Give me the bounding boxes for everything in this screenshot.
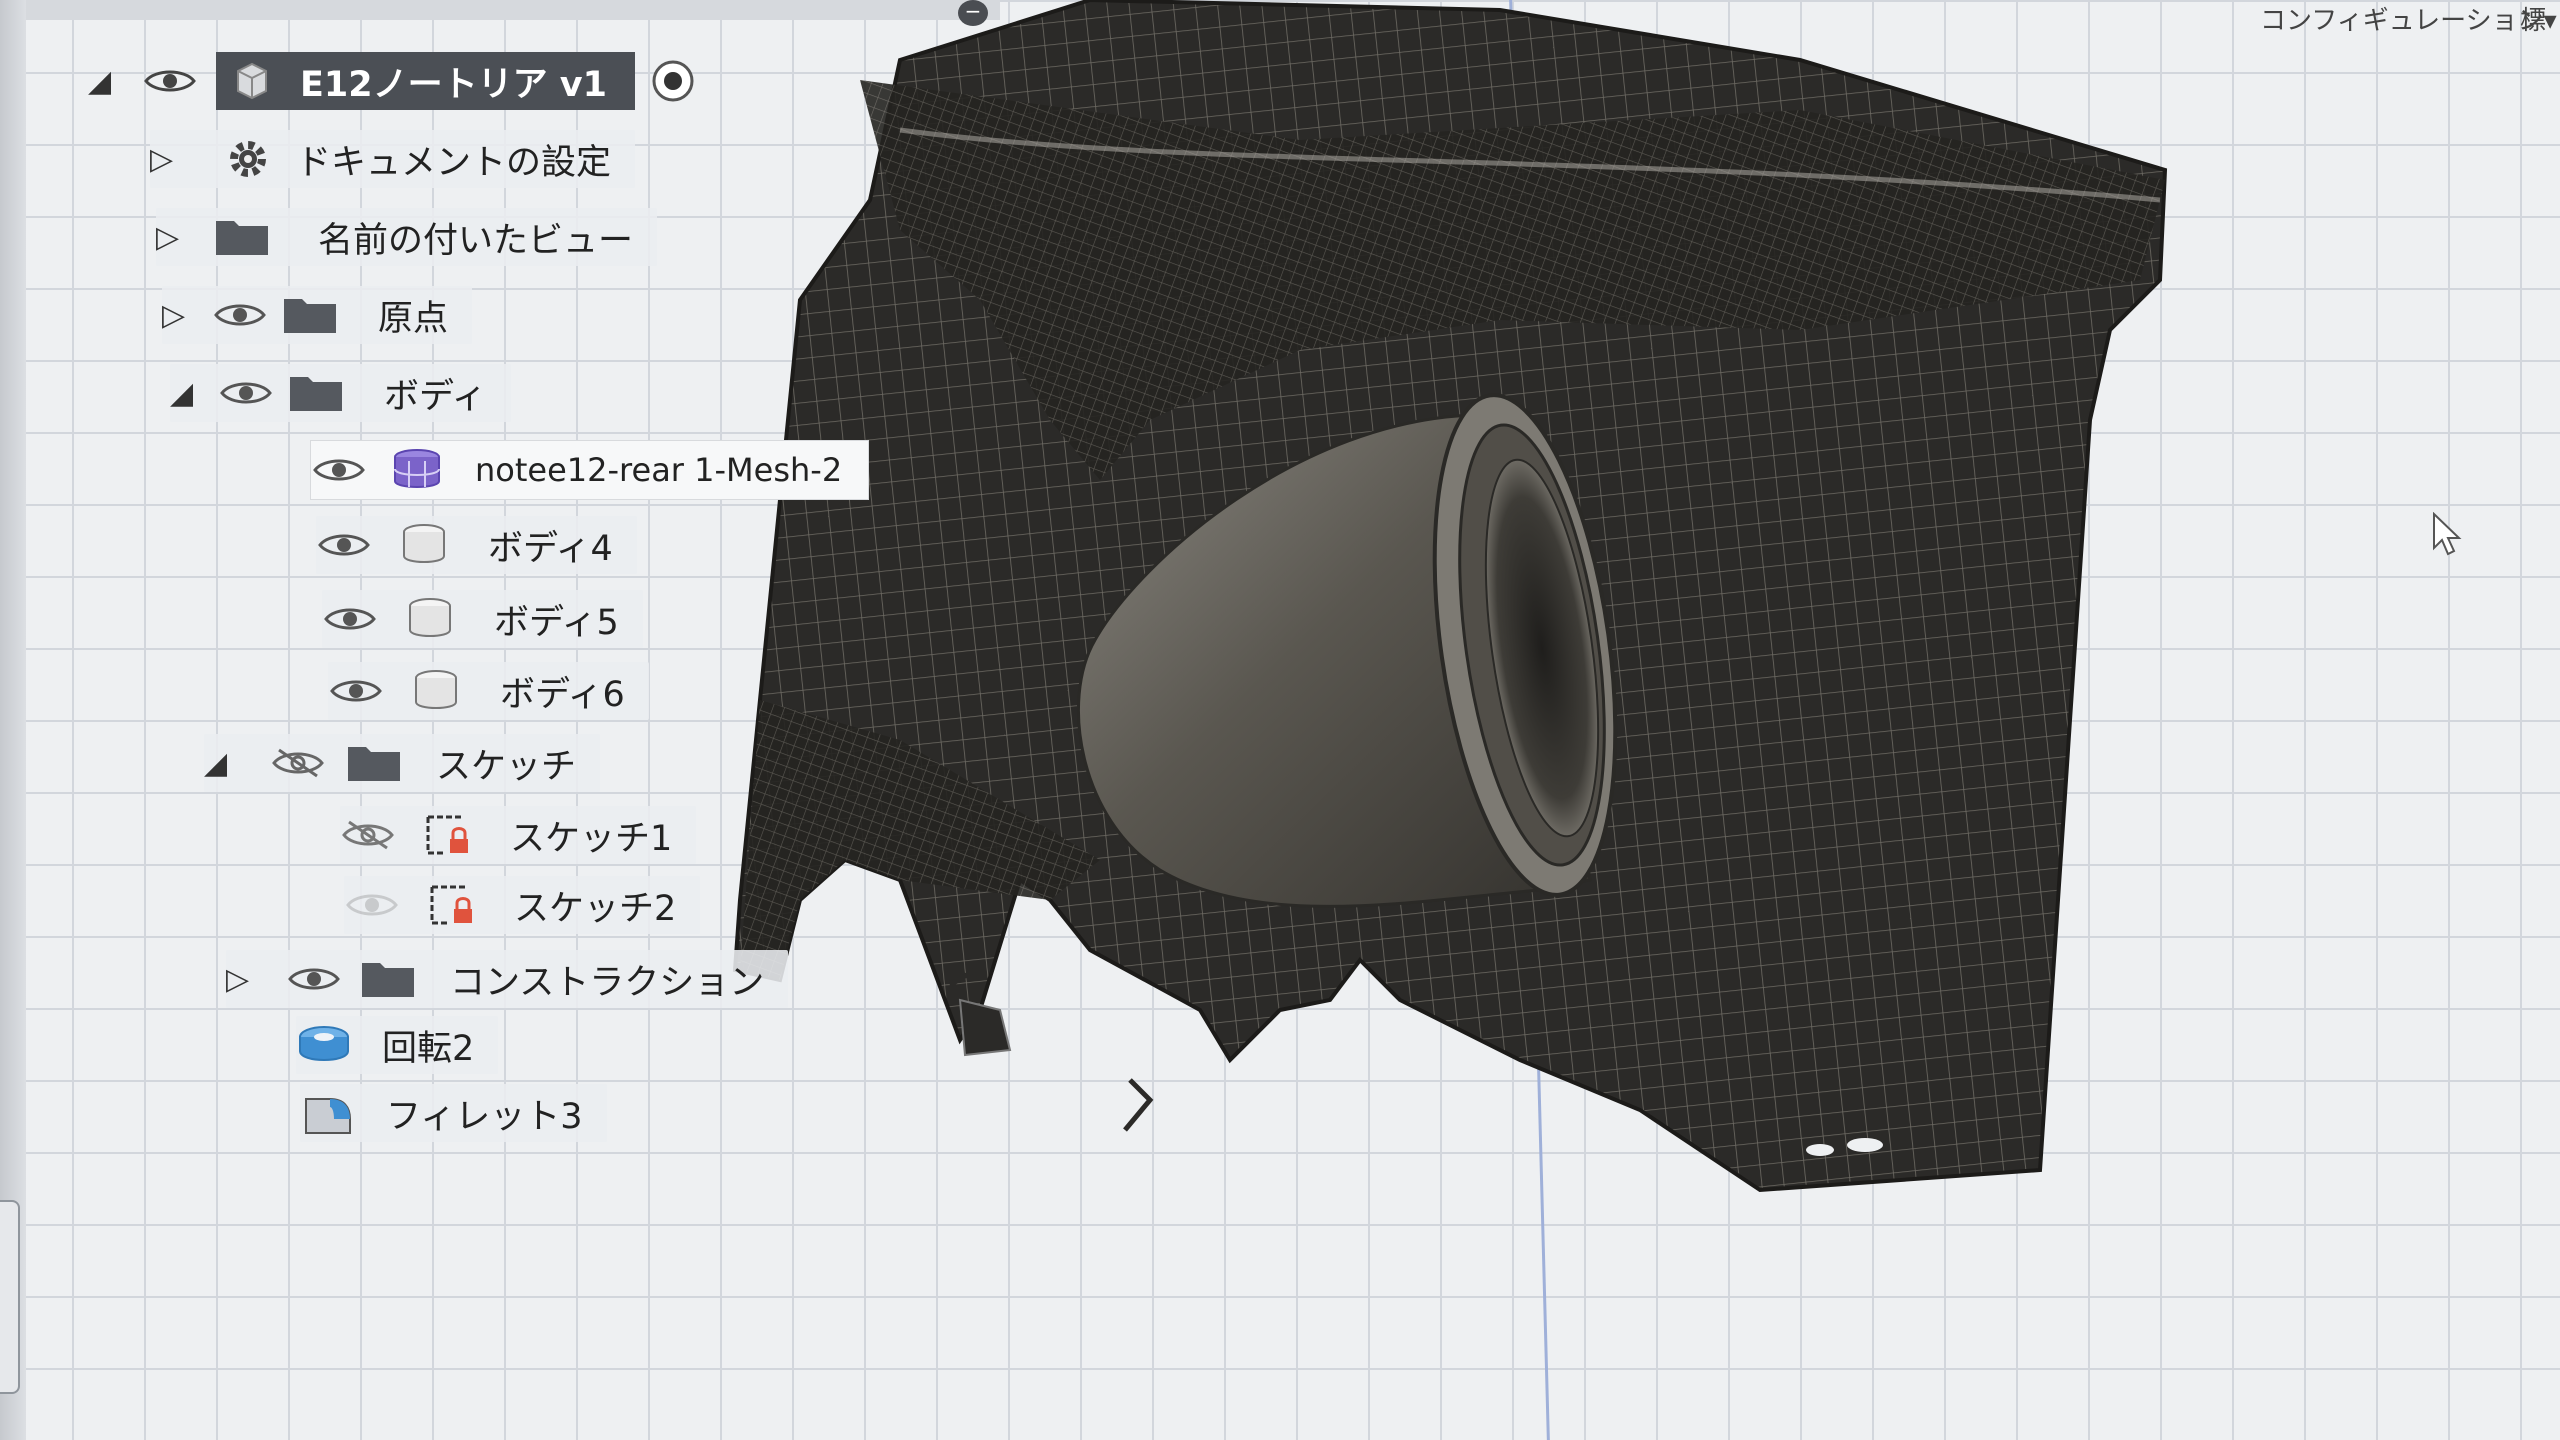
- browser-header-strip: [0, 0, 1000, 20]
- eye-icon[interactable]: [286, 956, 342, 1002]
- toolbar-menu-partial[interactable]: 標: [2520, 0, 2546, 37]
- solid-body-icon: [402, 596, 458, 642]
- tree-item-label: スケッチ2: [514, 888, 677, 929]
- eye-icon[interactable]: [328, 668, 384, 714]
- expand-triangle-icon[interactable]: ▷: [150, 142, 184, 177]
- tree-item-label: 回転2: [382, 1028, 475, 1069]
- tree-item-sketch2[interactable]: スケッチ2: [344, 876, 701, 934]
- activate-radio-icon[interactable]: [645, 58, 701, 104]
- eye-icon[interactable]: [142, 58, 198, 104]
- tree-item-origin[interactable]: ▷ 原点: [162, 286, 473, 344]
- tree-item-label: ドキュメントの設定: [296, 142, 612, 183]
- collapse-triangle-icon[interactable]: ◢: [204, 746, 238, 781]
- eye-icon[interactable]: [212, 292, 268, 338]
- tree-item-revolve2[interactable]: 回転2: [296, 1016, 499, 1074]
- panel-tab[interactable]: [0, 1200, 20, 1394]
- component-icon: [224, 58, 280, 104]
- tree-item-label: ボディ6: [500, 674, 625, 715]
- tree-item-label: 原点: [378, 298, 449, 339]
- sketch-icon: [424, 882, 480, 928]
- tree-item-label: スケッチ: [436, 746, 577, 787]
- tree-item-sketches[interactable]: ◢ スケッチ: [204, 734, 601, 792]
- tree-item-label: ボディ4: [488, 528, 613, 569]
- tree-item-label: ボディ: [384, 376, 487, 417]
- expand-triangle-icon[interactable]: ▷: [226, 962, 260, 997]
- tree-item-sketch1[interactable]: スケッチ1: [340, 806, 697, 864]
- tree-item-label: スケッチ1: [510, 818, 673, 859]
- folder-icon: [346, 740, 402, 786]
- eye-icon[interactable]: [311, 447, 367, 493]
- folder-icon: [360, 956, 416, 1002]
- folder-icon: [214, 214, 270, 260]
- tree-item-bodies[interactable]: ◢ ボディ: [170, 364, 511, 422]
- tree-item-body6[interactable]: ボディ6: [328, 662, 649, 720]
- mesh-body-icon: [389, 447, 445, 493]
- root-component-label: E12ノートリア v1: [300, 64, 607, 105]
- tree-item-document-settings[interactable]: ▷ ドキュメントの設定: [150, 130, 636, 188]
- tree-item-label: ボディ5: [494, 602, 619, 643]
- tree-item-mesh-body[interactable]: notee12-rear 1-Mesh-2: [310, 440, 870, 500]
- eye-icon[interactable]: [344, 882, 400, 928]
- collapse-triangle-icon[interactable]: ◢: [170, 376, 204, 411]
- expand-triangle-icon[interactable]: ▷: [156, 220, 190, 255]
- folder-icon: [288, 370, 344, 416]
- configuration-menu[interactable]: コンフィギュレーション▾: [2260, 0, 2557, 37]
- eye-hidden-icon[interactable]: [340, 812, 396, 858]
- tree-item-body5[interactable]: ボディ5: [322, 590, 643, 648]
- mouse-pointer-icon: [2433, 512, 2462, 556]
- gear-icon: [220, 136, 276, 182]
- tree-root[interactable]: ◢ E12ノートリア v1: [88, 52, 701, 110]
- tree-item-label: notee12-rear 1-Mesh-2: [475, 451, 843, 489]
- expand-triangle-icon[interactable]: ◢: [88, 64, 122, 99]
- solid-body-icon: [396, 522, 452, 568]
- solid-body-icon: [408, 668, 464, 714]
- tree-item-label: 名前の付いたビュー: [318, 220, 634, 261]
- tree-item-label: フィレット3: [386, 1096, 583, 1137]
- folder-icon: [282, 292, 338, 338]
- fillet-icon: [300, 1090, 356, 1136]
- expand-triangle-icon[interactable]: ▷: [162, 298, 196, 333]
- tree-item-fillet3[interactable]: フィレット3: [300, 1084, 607, 1142]
- eye-icon[interactable]: [322, 596, 378, 642]
- revolve-icon: [296, 1022, 352, 1068]
- tree-item-label: コンストラクション: [450, 962, 765, 1003]
- tree-item-named-views[interactable]: ▷ 名前の付いたビュー: [156, 208, 658, 266]
- eye-icon[interactable]: [218, 370, 274, 416]
- eye-hidden-icon[interactable]: [270, 740, 326, 786]
- sketch-icon: [420, 812, 476, 858]
- tree-item-construction[interactable]: ▷ コンストラクション: [226, 950, 789, 1008]
- collapse-browser-button[interactable]: −: [958, 0, 988, 26]
- tree-item-body4[interactable]: ボディ4: [316, 516, 637, 574]
- eye-icon[interactable]: [316, 522, 372, 568]
